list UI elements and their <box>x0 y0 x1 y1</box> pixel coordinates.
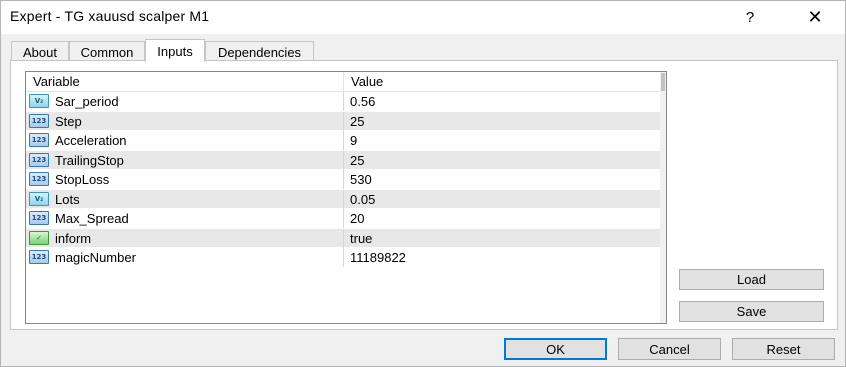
value-cell[interactable]: 25 <box>344 151 666 170</box>
title-bar[interactable]: Expert - TG xauusd scalper M1 ? ✕ <box>1 1 845 34</box>
variable-cell: 123 magicNumber <box>26 248 344 267</box>
value-cell[interactable]: 20 <box>344 209 666 228</box>
variable-cell: 123 TrailingStop <box>26 150 344 170</box>
tab-about[interactable]: About <box>11 41 69 62</box>
ok-button[interactable]: OK <box>504 338 607 360</box>
boolean-type-icon: ✓ <box>29 230 49 245</box>
variable-name: TrailingStop <box>55 152 124 168</box>
table-row[interactable]: 123 Acceleration 9 <box>26 131 666 151</box>
tab-common[interactable]: Common <box>69 41 145 62</box>
column-header-variable[interactable]: Variable <box>26 72 344 92</box>
close-button[interactable]: ✕ <box>793 1 837 34</box>
integer-type-icon: 123 <box>29 250 49 264</box>
inputs-panel: Variable Value V₂ Sar_period 0.56 123 Step 25… <box>10 60 838 330</box>
grid-header: Variable Value <box>26 72 666 92</box>
tab-inputs[interactable]: Inputs <box>145 39 205 62</box>
variable-name: magicNumber <box>55 250 136 265</box>
variable-name: Sar_period <box>55 94 119 109</box>
variable-cell: 123 StopLoss <box>26 170 344 189</box>
table-row[interactable]: V₂ Lots 0.05 <box>26 189 666 209</box>
load-button[interactable]: Load <box>679 269 824 290</box>
window-title: Expert - TG xauusd scalper M1 <box>10 8 210 24</box>
integer-type-icon: 123 <box>29 211 49 225</box>
variable-name: StopLoss <box>55 172 110 187</box>
table-row[interactable]: 123 Step 25 <box>26 111 666 131</box>
save-button[interactable]: Save <box>679 301 824 322</box>
value-cell[interactable]: 0.05 <box>344 190 666 209</box>
variable-name: Lots <box>55 191 80 207</box>
value-cell[interactable]: 9 <box>344 131 666 150</box>
value-cell[interactable]: 0.56 <box>344 92 666 111</box>
variable-cell: V₂ Lots <box>26 189 344 209</box>
vertical-scrollbar[interactable] <box>660 72 666 323</box>
cancel-button[interactable]: Cancel <box>618 338 721 360</box>
expert-properties-dialog: Expert - TG xauusd scalper M1 ? ✕ About … <box>0 0 846 367</box>
double-type-icon: V₂ <box>29 94 49 108</box>
value-cell[interactable]: 11189822 <box>344 248 666 267</box>
variable-cell: ✓ inform <box>26 228 344 248</box>
integer-type-icon: 123 <box>29 113 49 128</box>
value-cell[interactable]: true <box>344 229 666 248</box>
variable-cell: V₂ Sar_period <box>26 92 344 111</box>
integer-type-icon: 123 <box>29 152 49 167</box>
scrollbar-thumb[interactable] <box>661 73 665 91</box>
table-row[interactable]: ✓ inform true <box>26 228 666 248</box>
variable-cell: 123 Step <box>26 111 344 131</box>
grid-rows: V₂ Sar_period 0.56 123 Step 25 123 Acceleration… <box>26 92 666 268</box>
value-cell[interactable]: 25 <box>344 112 666 131</box>
variable-name: Max_Spread <box>55 211 129 226</box>
tab-dependencies[interactable]: Dependencies <box>205 41 314 62</box>
variable-cell: 123 Acceleration <box>26 131 344 150</box>
table-row[interactable]: V₂ Sar_period 0.56 <box>26 92 666 112</box>
variable-name: Acceleration <box>55 133 127 148</box>
table-row[interactable]: 123 TrailingStop 25 <box>26 150 666 170</box>
table-row[interactable]: 123 StopLoss 530 <box>26 170 666 190</box>
double-type-icon: V₂ <box>29 191 49 206</box>
variable-name: inform <box>55 230 92 246</box>
reset-button[interactable]: Reset <box>732 338 835 360</box>
table-row[interactable]: 123 Max_Spread 20 <box>26 209 666 229</box>
integer-type-icon: 123 <box>29 133 49 147</box>
table-row[interactable]: 123 magicNumber 11189822 <box>26 248 666 268</box>
variable-cell: 123 Max_Spread <box>26 209 344 228</box>
value-cell[interactable]: 530 <box>344 170 666 189</box>
help-button[interactable]: ? <box>728 1 772 34</box>
variable-name: Step <box>55 113 82 129</box>
integer-type-icon: 123 <box>29 172 49 186</box>
column-header-value[interactable]: Value <box>344 72 666 92</box>
inputs-grid[interactable]: Variable Value V₂ Sar_period 0.56 123 Step 25… <box>25 71 667 324</box>
